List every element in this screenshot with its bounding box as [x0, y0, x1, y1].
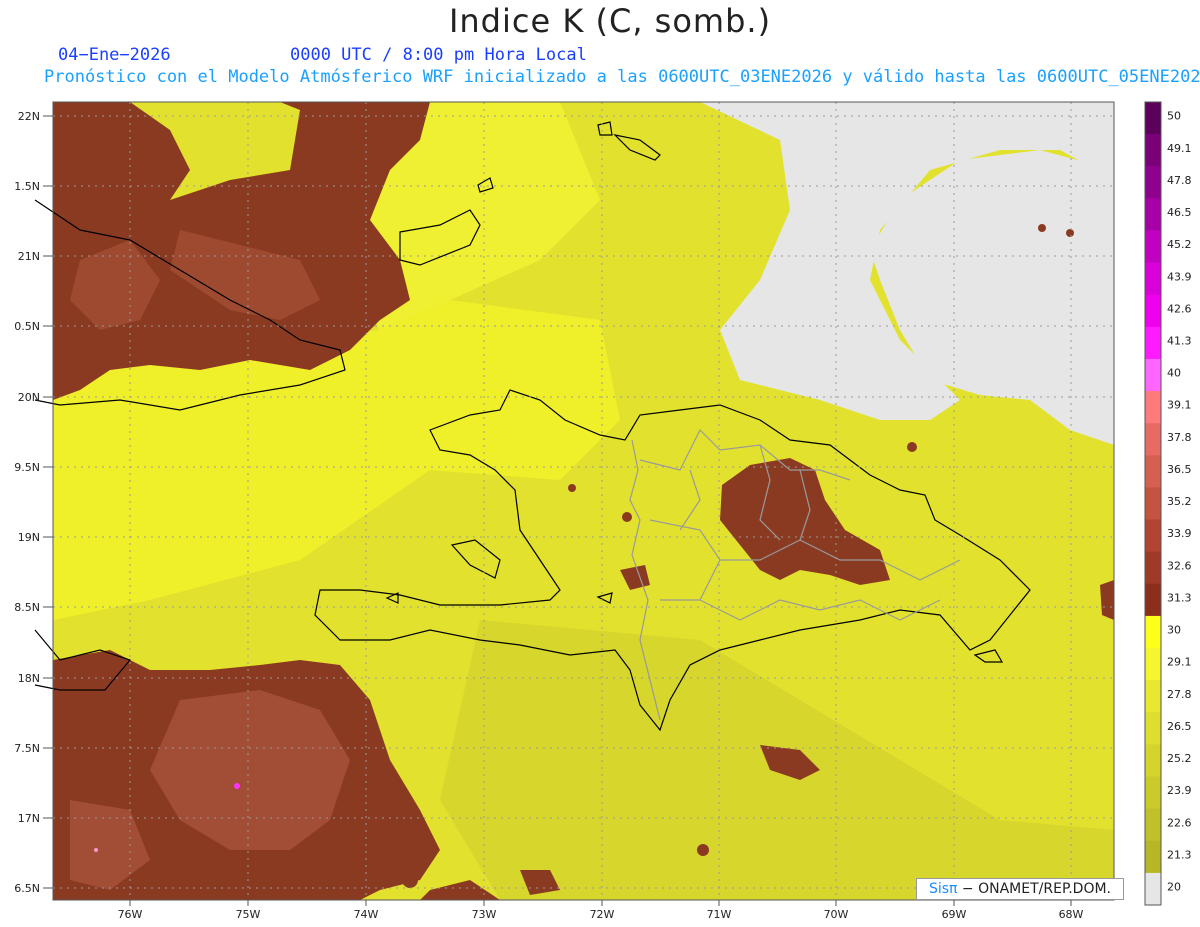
lat-label: 8.5N [14, 601, 40, 614]
colorbar-label: 32.6 [1167, 559, 1192, 572]
colorbar-swatch [1145, 358, 1161, 392]
colorbar-label: 49.1 [1167, 142, 1192, 155]
colorbar-label: 41.3 [1167, 335, 1192, 348]
lat-label: 9.5N [14, 461, 40, 474]
colorbar-label: 50 [1167, 110, 1181, 123]
lon-label: 70W [824, 908, 849, 921]
colorbar-label: 40 [1167, 367, 1181, 380]
colorbar-swatch [1145, 872, 1161, 906]
colorbar-swatch [1145, 102, 1161, 135]
colorbar-swatch [1145, 808, 1161, 842]
lon-label: 69W [942, 908, 967, 921]
colorbar-swatch [1145, 519, 1161, 553]
lon-label: 75W [236, 908, 261, 921]
colorbar-swatch [1145, 648, 1161, 681]
colorbar-swatch [1145, 455, 1161, 488]
colorbar-label: 35.2 [1167, 495, 1192, 508]
colorbar-label: 37.8 [1167, 431, 1192, 444]
colorbar-label: 47.8 [1167, 174, 1192, 187]
credit-brand: Sisπ [928, 881, 958, 897]
colorbar-swatch [1145, 615, 1161, 649]
colorbar-label: 45.2 [1167, 238, 1192, 251]
colorbar-swatch [1145, 134, 1161, 167]
colorbar-label: 46.5 [1167, 206, 1192, 219]
colorbar-swatch [1145, 583, 1161, 617]
lon-label: 72W [590, 908, 615, 921]
credit-box: Sisπ − ONAMET/REP.DOM. [916, 878, 1124, 900]
colorbar-swatch [1145, 391, 1161, 424]
lat-label: 21N [18, 250, 40, 263]
latitude-labels: 22N 1.5N 21N 0.5N 20N 9.5N 19N 8.5N 18N … [14, 110, 40, 895]
colorbar-swatch [1145, 712, 1161, 745]
lat-label: 7.5N [14, 742, 40, 755]
colorbar-label: 30 [1167, 624, 1181, 637]
lat-label: 1.5N [14, 180, 40, 193]
colorbar-label: 23.9 [1167, 784, 1192, 797]
colorbar-label: 25.2 [1167, 752, 1192, 765]
colorbar-swatch [1145, 776, 1161, 810]
colorbar-swatch [1145, 423, 1161, 456]
colorbar-swatch [1145, 198, 1161, 231]
k-index-map: 22N 1.5N 21N 0.5N 20N 9.5N 19N 8.5N 18N … [14, 101, 1192, 921]
colorbar-label: 27.8 [1167, 688, 1192, 701]
lat-label: 6.5N [14, 882, 40, 895]
lat-label: 19N [18, 531, 40, 544]
colorbar-swatch [1145, 166, 1161, 199]
colorbar-swatch [1145, 294, 1161, 328]
colorbar-swatch [1145, 680, 1161, 713]
colorbar-swatch [1145, 840, 1161, 874]
lat-label: 22N [18, 110, 40, 123]
lon-label: 76W [118, 908, 143, 921]
colorbar-label: 21.3 [1167, 848, 1192, 861]
credit-text: − ONAMET/REP.DOM. [957, 881, 1111, 897]
colorbar: 50 49.1 47.8 46.5 45.2 43.9 42.6 41.3 40 39.1 37.8… [1144, 101, 1192, 906]
colorbar-label: 33.9 [1167, 527, 1192, 540]
colorbar-swatch [1145, 230, 1161, 264]
colorbar-label: 29.1 [1167, 656, 1192, 669]
lon-label: 71W [707, 908, 732, 921]
colorbar-label: 36.5 [1167, 463, 1192, 476]
colorbar-swatch [1145, 262, 1161, 296]
lon-label: 74W [354, 908, 379, 921]
longitude-labels: 76W 75W 74W 73W 72W 71W 70W 69W 68W [118, 908, 1084, 921]
colorbar-label: 39.1 [1167, 399, 1192, 412]
colorbar-label: 20 [1167, 881, 1181, 894]
colorbar-label: 26.5 [1167, 720, 1192, 733]
colorbar-label: 22.6 [1167, 816, 1192, 829]
colorbar-swatch [1145, 744, 1161, 778]
colorbar-swatch [1145, 326, 1161, 360]
lat-label: 0.5N [14, 320, 40, 333]
lat-label: 18N [18, 672, 40, 685]
colorbar-label: 43.9 [1167, 270, 1192, 283]
lon-label: 68W [1059, 908, 1084, 921]
colorbar-swatch [1145, 487, 1161, 521]
colorbar-label: 42.6 [1167, 302, 1192, 315]
lon-label: 73W [472, 908, 497, 921]
colorbar-swatch [1145, 551, 1161, 585]
map-field [53, 102, 1114, 900]
lat-label: 20N [18, 391, 40, 404]
colorbar-label: 31.3 [1167, 591, 1192, 604]
lat-label: 17N [18, 812, 40, 825]
